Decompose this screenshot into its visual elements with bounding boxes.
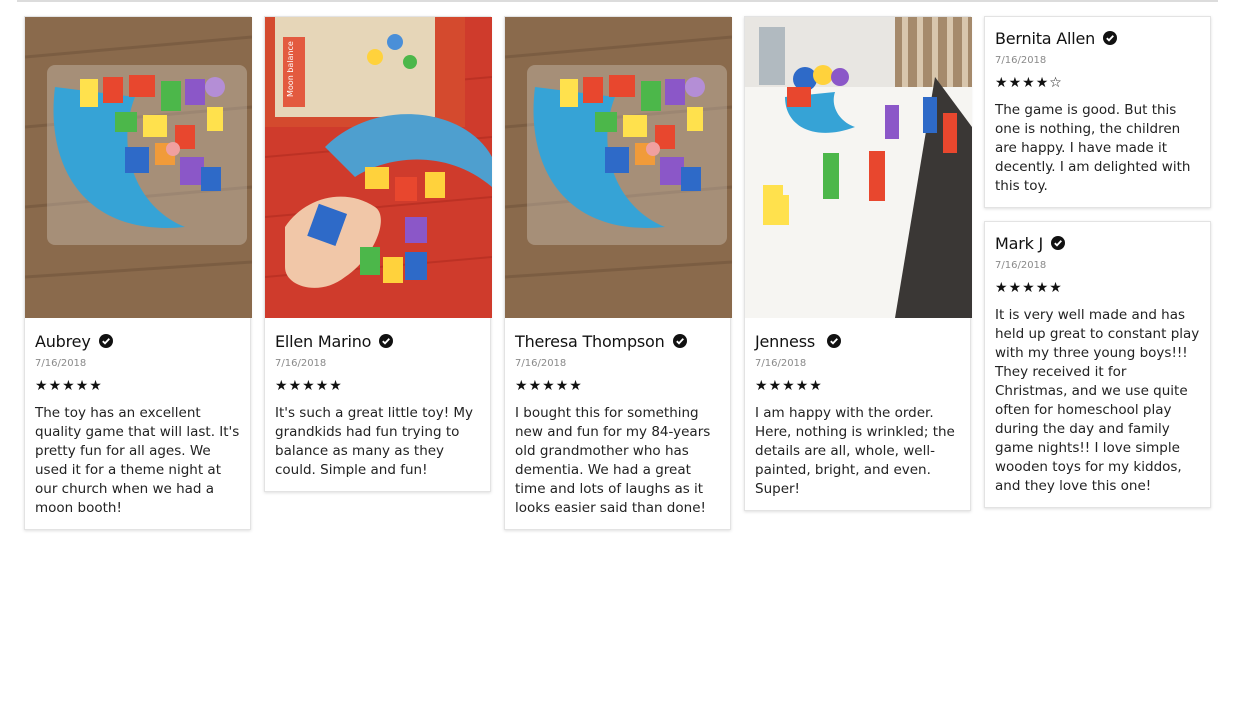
- review-card: Mark J 7/16/2018 ★ ★ ★ ★ ★ It is very well m…: [984, 221, 1211, 508]
- review-text: I bought this for something new and fun …: [515, 405, 711, 516]
- reviewer-name: Bernita Allen: [995, 28, 1096, 48]
- star-outline-icon: ☆: [1049, 75, 1062, 91]
- review-column-4: Jenness 7/16/2018 ★ ★ ★ ★ ★ I am happy with …: [744, 16, 972, 524]
- star-icon: ★: [755, 378, 768, 394]
- review-column-2: Moon balance Ellen Marino 7/16/2018 ★ ★ …: [264, 16, 492, 505]
- star-icon: ★: [1022, 280, 1035, 296]
- review-date: 7/16/2018: [755, 358, 807, 369]
- star-icon: ★: [62, 378, 75, 394]
- review-text: The toy has an excellent quality game th…: [35, 405, 240, 516]
- box-label: Moon balance: [286, 41, 295, 97]
- review-photo[interactable]: [745, 17, 972, 318]
- star-icon: ★: [315, 378, 329, 394]
- reviewer-name: Jenness: [755, 331, 815, 351]
- star-icon: ★: [1035, 280, 1049, 296]
- star-icon: ★: [75, 378, 89, 394]
- review-photo[interactable]: [25, 17, 252, 318]
- reviewer-name: Mark J: [995, 233, 1044, 253]
- review-text: It is very well made and has held up gre…: [995, 307, 1200, 494]
- star-icon: ★: [1035, 75, 1049, 91]
- review-column-5: Bernita Allen 7/16/2018 ★ ★ ★ ★ ☆ The game i…: [984, 16, 1211, 521]
- star-icon: ★: [275, 378, 288, 394]
- star-icon: ★: [555, 378, 569, 394]
- star-icon: ★: [809, 378, 822, 394]
- star-icon: ★: [1008, 280, 1022, 296]
- review-card: Theresa Thompson 7/16/2018 ★ ★ ★ ★ ★ I bough…: [504, 16, 732, 530]
- star-icon: ★: [768, 378, 782, 394]
- star-icon: ★: [329, 378, 342, 394]
- star-icon: ★: [995, 280, 1008, 296]
- review-card: Moon balance Ellen Marino 7/16/2018 ★ ★ …: [264, 16, 492, 492]
- star-icon: ★: [795, 378, 809, 394]
- review-date: 7/16/2018: [275, 358, 327, 369]
- star-icon: ★: [995, 75, 1008, 91]
- star-icon: ★: [1049, 280, 1062, 296]
- review-date: 7/16/2018: [995, 55, 1047, 66]
- check-circle-icon: [1103, 31, 1118, 45]
- reviewer-name: Aubrey: [35, 331, 91, 351]
- review-column-3: Theresa Thompson 7/16/2018 ★ ★ ★ ★ ★ I bough…: [504, 16, 732, 543]
- star-rating: ★ ★ ★ ★ ★: [35, 379, 240, 393]
- review-text: The game is good. But this one is nothin…: [995, 102, 1191, 194]
- star-rating: ★ ★ ★ ★ ★: [755, 379, 960, 393]
- star-icon: ★: [528, 378, 542, 394]
- review-photo[interactable]: [505, 17, 732, 318]
- review-card: Bernita Allen 7/16/2018 ★ ★ ★ ★ ☆ The game i…: [984, 16, 1211, 208]
- star-icon: ★: [302, 378, 315, 394]
- top-divider: [17, 0, 1218, 2]
- star-icon: ★: [89, 378, 102, 394]
- review-date: 7/16/2018: [35, 358, 87, 369]
- check-circle-icon: [672, 334, 687, 348]
- reviewer-name: Theresa Thompson: [515, 331, 665, 351]
- star-icon: ★: [542, 378, 555, 394]
- star-rating: ★ ★ ★ ★ ☆: [995, 76, 1200, 90]
- star-icon: ★: [515, 378, 528, 394]
- star-icon: ★: [48, 378, 62, 394]
- review-photo[interactable]: Moon balance: [265, 17, 492, 318]
- star-rating: ★ ★ ★ ★ ★: [995, 281, 1200, 295]
- star-icon: ★: [782, 378, 795, 394]
- review-date: 7/16/2018: [515, 358, 567, 369]
- star-icon: ★: [1008, 75, 1022, 91]
- star-icon: ★: [288, 378, 302, 394]
- check-circle-icon: [826, 334, 841, 348]
- review-date: 7/16/2018: [995, 260, 1047, 271]
- check-circle-icon: [1051, 236, 1066, 250]
- check-circle-icon: [98, 334, 113, 348]
- star-icon: ★: [569, 378, 582, 394]
- review-card: Aubrey 7/16/2018 ★ ★ ★ ★ ★ The toy has an ex…: [24, 16, 252, 530]
- star-rating: ★ ★ ★ ★ ★: [515, 379, 720, 393]
- star-icon: ★: [1022, 75, 1035, 91]
- review-text: It's such a great little toy! My grandki…: [275, 405, 474, 478]
- review-card: Jenness 7/16/2018 ★ ★ ★ ★ ★ I am happy with …: [744, 16, 972, 511]
- review-text: I am happy with the order. Here, nothing…: [755, 405, 955, 497]
- star-rating: ★ ★ ★ ★ ★: [275, 379, 480, 393]
- check-circle-icon: [379, 334, 394, 348]
- reviewer-name: Ellen Marino: [275, 331, 372, 351]
- review-column-1: Aubrey 7/16/2018 ★ ★ ★ ★ ★ The toy has an ex…: [24, 16, 252, 543]
- star-icon: ★: [35, 378, 48, 394]
